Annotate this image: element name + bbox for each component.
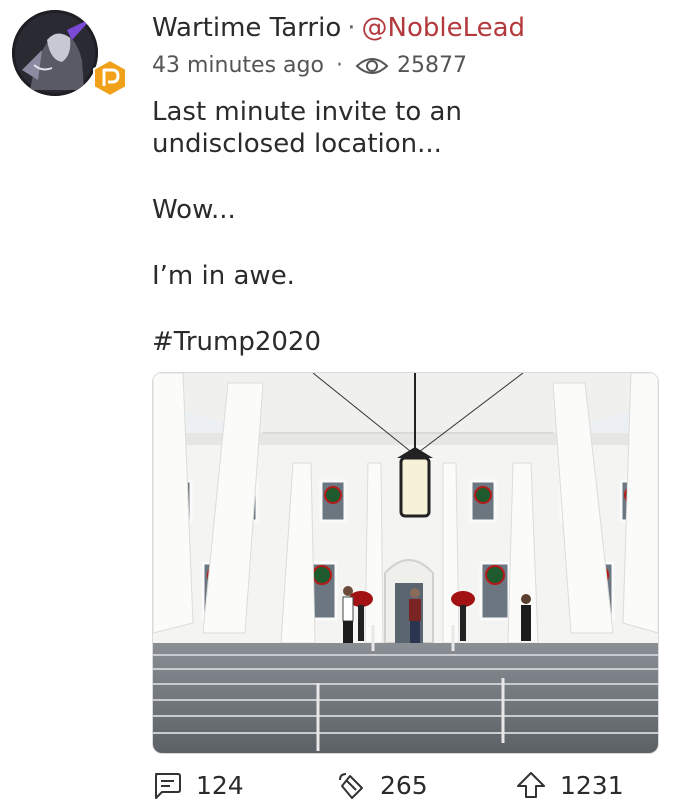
post-actions: 124 265 1231 — [152, 770, 652, 810]
author-avatar-group[interactable] — [12, 10, 127, 100]
comment-button[interactable]: 124 — [152, 770, 244, 800]
echo-button[interactable]: 265 — [336, 770, 428, 800]
name-separator: · — [347, 13, 356, 43]
comment-icon — [155, 773, 181, 799]
meta-separator: · — [335, 53, 343, 78]
post-image[interactable] — [152, 372, 659, 754]
view-count: 25877 — [396, 53, 467, 78]
eye-icon — [355, 54, 389, 78]
comment-count: 124 — [196, 770, 244, 800]
upvote-count: 1231 — [560, 770, 624, 800]
author-line: Wartime Tarrio · @NobleLead — [152, 10, 662, 46]
post-timestamp: 43 minutes ago — [152, 53, 324, 78]
author-handle[interactable]: @NobleLead — [362, 13, 526, 43]
post-text-line: I’m in awe. — [152, 261, 295, 291]
post-body: Last minute invite to an undisclosed loc… — [152, 96, 662, 358]
post-text-line: Last minute invite to an — [152, 97, 462, 127]
author-name[interactable]: Wartime Tarrio — [152, 13, 341, 43]
upvote-icon — [517, 772, 545, 798]
echo-icon — [339, 773, 363, 799]
parler-badge-icon — [90, 58, 130, 98]
post-hashtag[interactable]: #Trump2020 — [152, 326, 662, 358]
post-text-line: undisclosed location... — [152, 129, 442, 159]
echo-count: 265 — [380, 770, 428, 800]
avatar[interactable] — [12, 10, 98, 96]
upvote-button[interactable]: 1231 — [516, 770, 624, 800]
post-header: Wartime Tarrio · @NobleLead 43 minutes ago… — [152, 10, 662, 82]
post-text-line: Wow... — [152, 195, 236, 225]
post-meta: 43 minutes ago · 25877 — [152, 50, 662, 82]
